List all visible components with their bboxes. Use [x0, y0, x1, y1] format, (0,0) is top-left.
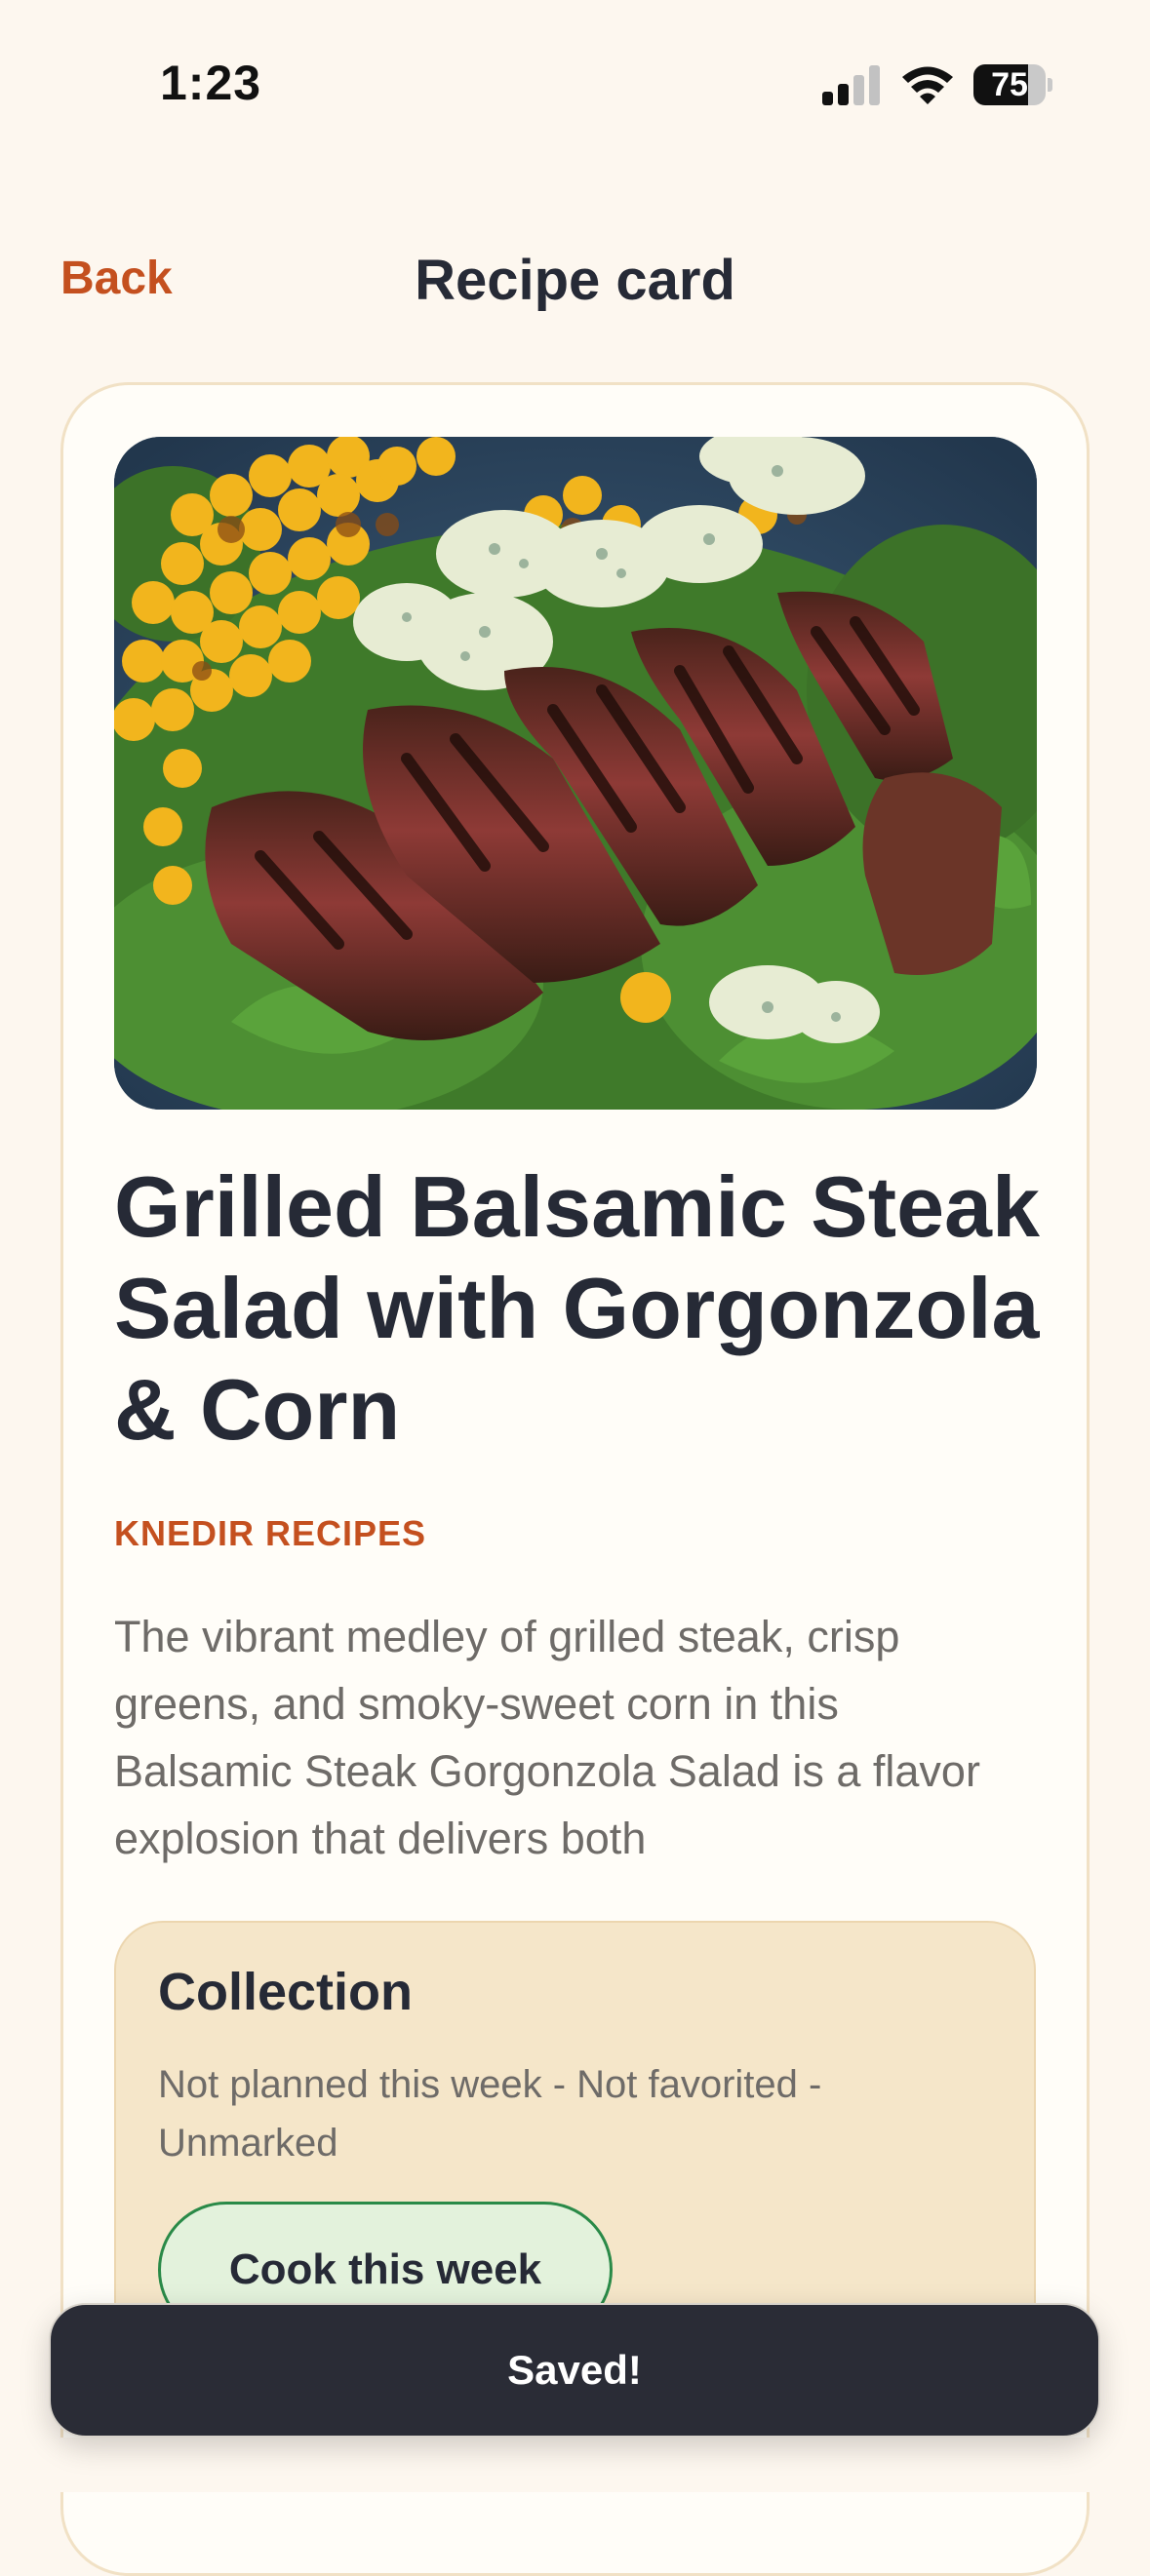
recipe-source: KNEDIR RECIPES: [114, 1513, 427, 1553]
status-bar: 1:23 75: [0, 0, 1150, 146]
recipe-photo: [114, 437, 1037, 1110]
recipe-title: Grilled Balsamic Steak Salad with Gorgon…: [114, 1158, 1040, 1458]
collection-title: Collection: [158, 1963, 414, 2021]
battery-percent: 75: [991, 66, 1028, 103]
saved-toast: Saved!: [49, 2303, 1100, 2438]
cellular-signal-icon: [822, 65, 880, 105]
page-title: Recipe card: [415, 249, 735, 312]
wifi-icon: [902, 66, 953, 104]
steak-salad-image: [114, 437, 1037, 1110]
bottom-background: [0, 2438, 1150, 2492]
battery-icon: 75: [973, 64, 1052, 105]
collection-status: Not planned this week - Not favorited - …: [158, 2063, 822, 2165]
status-time: 1:23: [160, 56, 262, 110]
recipe-description: The vibrant medley of grilled steak, cri…: [114, 1612, 980, 1863]
